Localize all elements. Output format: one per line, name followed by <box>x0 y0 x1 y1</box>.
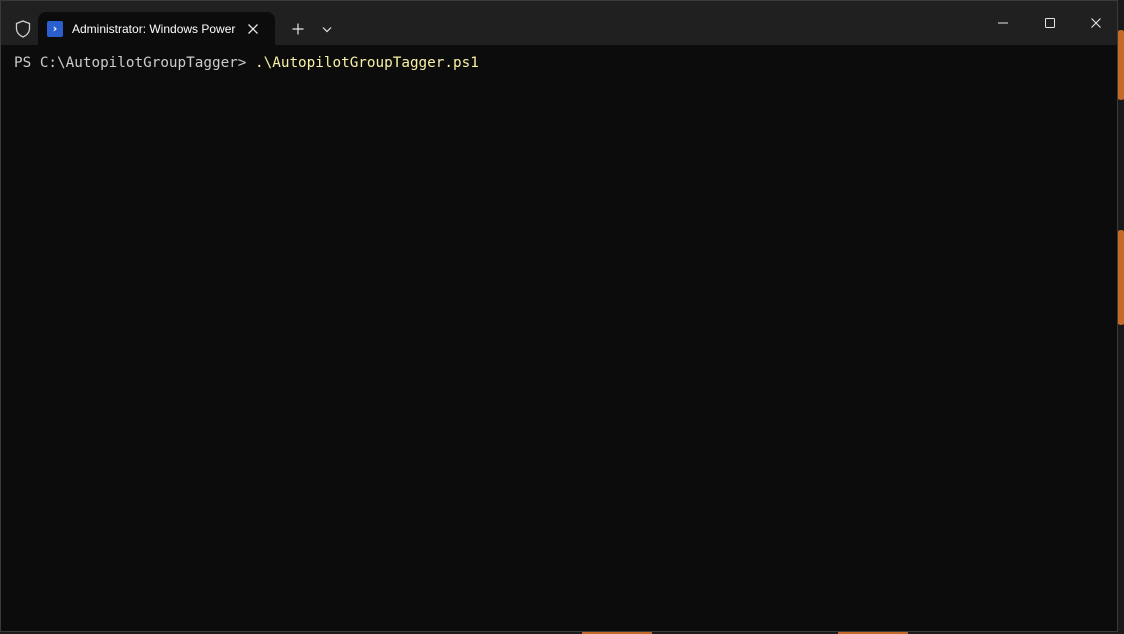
minimize-button[interactable] <box>980 1 1026 45</box>
close-icon <box>1091 18 1101 28</box>
maximize-button[interactable] <box>1027 1 1073 45</box>
close-icon <box>248 23 258 34</box>
tab-powershell[interactable]: › Administrator: Windows PowerShell <box>38 12 275 45</box>
maximize-icon <box>1045 18 1055 28</box>
prompt-text: PS C:\AutopilotGroupTagger> <box>14 55 256 71</box>
plus-icon <box>292 23 304 35</box>
new-tab-button[interactable] <box>285 17 311 41</box>
command-text: .\AutopilotGroupTagger.ps1 <box>255 55 479 71</box>
title-bar: › Administrator: Windows PowerShell <box>1 1 1117 45</box>
close-window-button[interactable] <box>1073 1 1117 45</box>
tab-dropdown-button[interactable] <box>315 17 339 41</box>
minimize-icon <box>998 22 1008 24</box>
powershell-icon: › <box>47 20 63 37</box>
tab-title: Administrator: Windows PowerShell <box>72 21 236 36</box>
tab-close-button[interactable] <box>241 17 265 41</box>
desktop: › Administrator: Windows PowerShell <box>0 0 1124 634</box>
shield-icon <box>13 19 33 39</box>
chevron-down-icon <box>322 26 332 32</box>
terminal-output[interactable]: PS C:\AutopilotGroupTagger> .\AutopilotG… <box>1 45 1117 631</box>
terminal-window: › Administrator: Windows PowerShell <box>0 0 1118 632</box>
